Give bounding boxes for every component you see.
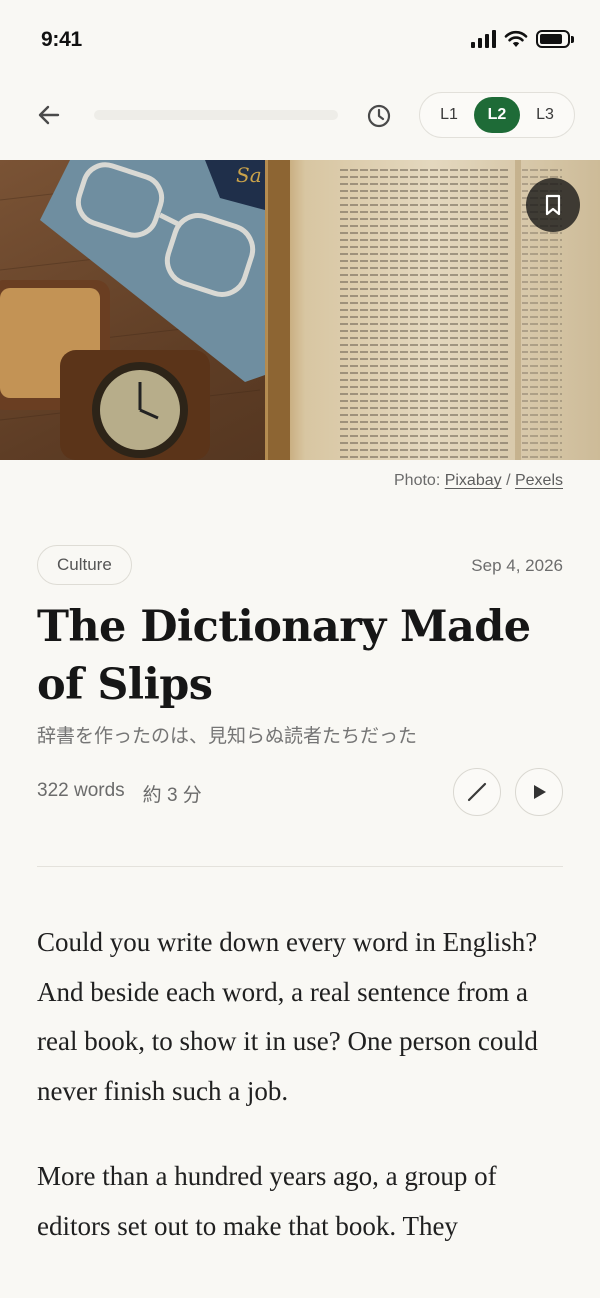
level-l1-button[interactable]: L1 — [426, 97, 472, 133]
hero-image: Sa — [0, 160, 600, 460]
pen-icon — [467, 782, 487, 802]
photo-source-link[interactable]: Pexels — [515, 472, 563, 489]
history-button[interactable] — [365, 102, 393, 130]
svg-text:Sa: Sa — [236, 163, 262, 187]
wifi-icon — [504, 30, 528, 47]
photo-credit-prefix: Photo: — [394, 472, 445, 489]
word-count: 322 words — [37, 780, 125, 801]
category-tag[interactable]: Culture — [37, 545, 132, 585]
annotate-button[interactable] — [453, 768, 501, 816]
article-stats: 322 words 約 3 分 — [37, 780, 202, 807]
paragraph: More than a hundred years ago, a group o… — [37, 1161, 497, 1241]
paragraph: Could you write down every word in Engli… — [37, 927, 538, 1106]
article-subtitle: 辞書を作ったのは、見知らぬ読者たちだった — [37, 725, 418, 747]
battery-level — [540, 34, 563, 44]
level-switch: L1 L2 L3 — [419, 92, 575, 138]
bookmark-icon — [545, 194, 561, 216]
reading-progress-bar — [94, 110, 338, 120]
level-l2-button[interactable]: L2 — [474, 97, 520, 133]
status-icons — [471, 30, 574, 48]
play-icon — [534, 785, 546, 799]
photo-author-link[interactable]: Pixabay — [445, 472, 502, 489]
back-arrow-icon — [38, 105, 60, 125]
bookmark-button[interactable] — [526, 178, 580, 232]
photo-credit: Photo: Pixabay / Pexels — [394, 472, 563, 490]
reader-toolbar: L1 L2 L3 — [0, 90, 600, 140]
status-time: 9:41 — [41, 28, 82, 51]
battery-icon — [536, 30, 574, 48]
level-l3-button[interactable]: L3 — [522, 97, 568, 133]
divider — [37, 866, 563, 867]
article-body: Could you write down every word in Engli… — [37, 918, 567, 1287]
article-title: The Dictionary Made of Slips — [37, 602, 531, 710]
read-time: 約 3 分 — [142, 785, 202, 806]
cell-signal-icon — [471, 30, 496, 48]
photo-credit-separator: / — [501, 472, 515, 489]
back-button[interactable] — [34, 100, 64, 130]
hero-photo: Sa — [0, 160, 600, 460]
publish-date: Sep 4, 2026 — [471, 556, 563, 575]
history-clock-icon — [367, 104, 391, 128]
play-audio-button[interactable] — [515, 768, 563, 816]
status-bar: 9:41 — [0, 0, 600, 80]
